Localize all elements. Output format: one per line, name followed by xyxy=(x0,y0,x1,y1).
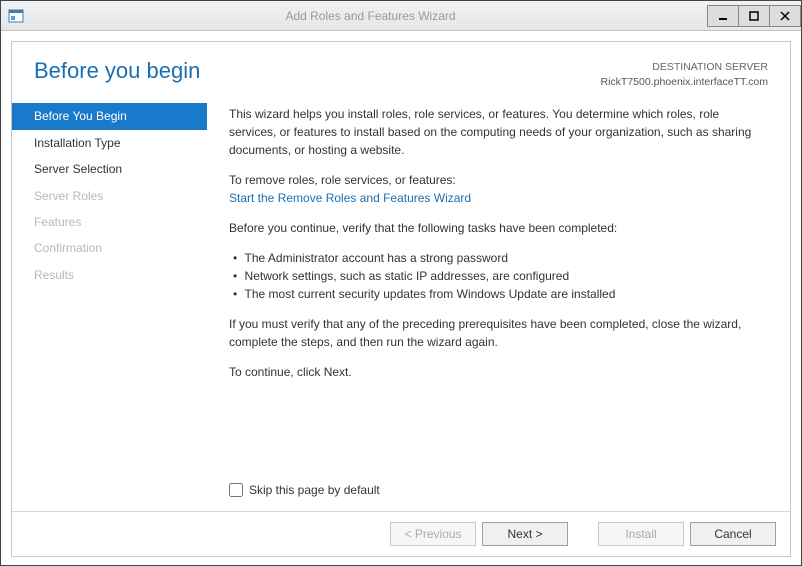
list-item: Network settings, such as static IP addr… xyxy=(245,267,768,285)
remove-label: To remove roles, role services, or featu… xyxy=(229,171,768,189)
skip-label: Skip this page by default xyxy=(249,483,380,497)
previous-button: < Previous xyxy=(390,522,476,546)
prerequisite-list: The Administrator account has a strong p… xyxy=(229,249,768,303)
close-button[interactable] xyxy=(769,5,801,27)
remove-wizard-link[interactable]: Start the Remove Roles and Features Wiza… xyxy=(229,191,471,205)
footer: < Previous Next > Install Cancel xyxy=(12,511,790,556)
destination-server-block: DESTINATION SERVER RickT7500.phoenix.int… xyxy=(601,58,769,89)
minimize-button[interactable] xyxy=(707,5,739,27)
continue-note: To continue, click Next. xyxy=(229,363,768,381)
body: Before You Begin Installation Type Serve… xyxy=(12,93,790,481)
list-item: The Administrator account has a strong p… xyxy=(245,249,768,267)
intro-text: This wizard helps you install roles, rol… xyxy=(229,105,768,159)
maximize-button[interactable] xyxy=(738,5,770,27)
skip-checkbox[interactable] xyxy=(229,483,243,497)
install-button: Install xyxy=(598,522,684,546)
window-controls xyxy=(708,5,801,27)
wizard-window: Add Roles and Features Wizard Before you… xyxy=(0,0,802,566)
sidebar: Before You Begin Installation Type Serve… xyxy=(12,101,207,481)
titlebar: Add Roles and Features Wizard xyxy=(1,1,801,31)
sidebar-item-confirmation: Confirmation xyxy=(12,235,207,261)
header: Before you begin DESTINATION SERVER Rick… xyxy=(12,42,790,93)
sidebar-item-before-you-begin[interactable]: Before You Begin xyxy=(12,103,207,129)
content-outer: Before you begin DESTINATION SERVER Rick… xyxy=(1,31,801,565)
page-title: Before you begin xyxy=(34,58,601,84)
close-note: If you must verify that any of the prece… xyxy=(229,315,768,351)
sidebar-item-results: Results xyxy=(12,262,207,288)
cancel-button[interactable]: Cancel xyxy=(690,522,776,546)
destination-value: RickT7500.phoenix.interfaceTT.com xyxy=(601,75,769,90)
next-button[interactable]: Next > xyxy=(482,522,568,546)
app-icon xyxy=(7,7,25,25)
main-content: This wizard helps you install roles, rol… xyxy=(207,101,790,481)
window-title: Add Roles and Features Wizard xyxy=(33,9,708,23)
destination-label: DESTINATION SERVER xyxy=(601,60,769,75)
panel: Before you begin DESTINATION SERVER Rick… xyxy=(11,41,791,557)
sidebar-item-server-roles: Server Roles xyxy=(12,183,207,209)
skip-row: Skip this page by default xyxy=(12,481,790,511)
list-item: The most current security updates from W… xyxy=(245,285,768,303)
sidebar-item-server-selection[interactable]: Server Selection xyxy=(12,156,207,182)
verify-intro: Before you continue, verify that the fol… xyxy=(229,219,768,237)
sidebar-item-installation-type[interactable]: Installation Type xyxy=(12,130,207,156)
sidebar-item-features: Features xyxy=(12,209,207,235)
